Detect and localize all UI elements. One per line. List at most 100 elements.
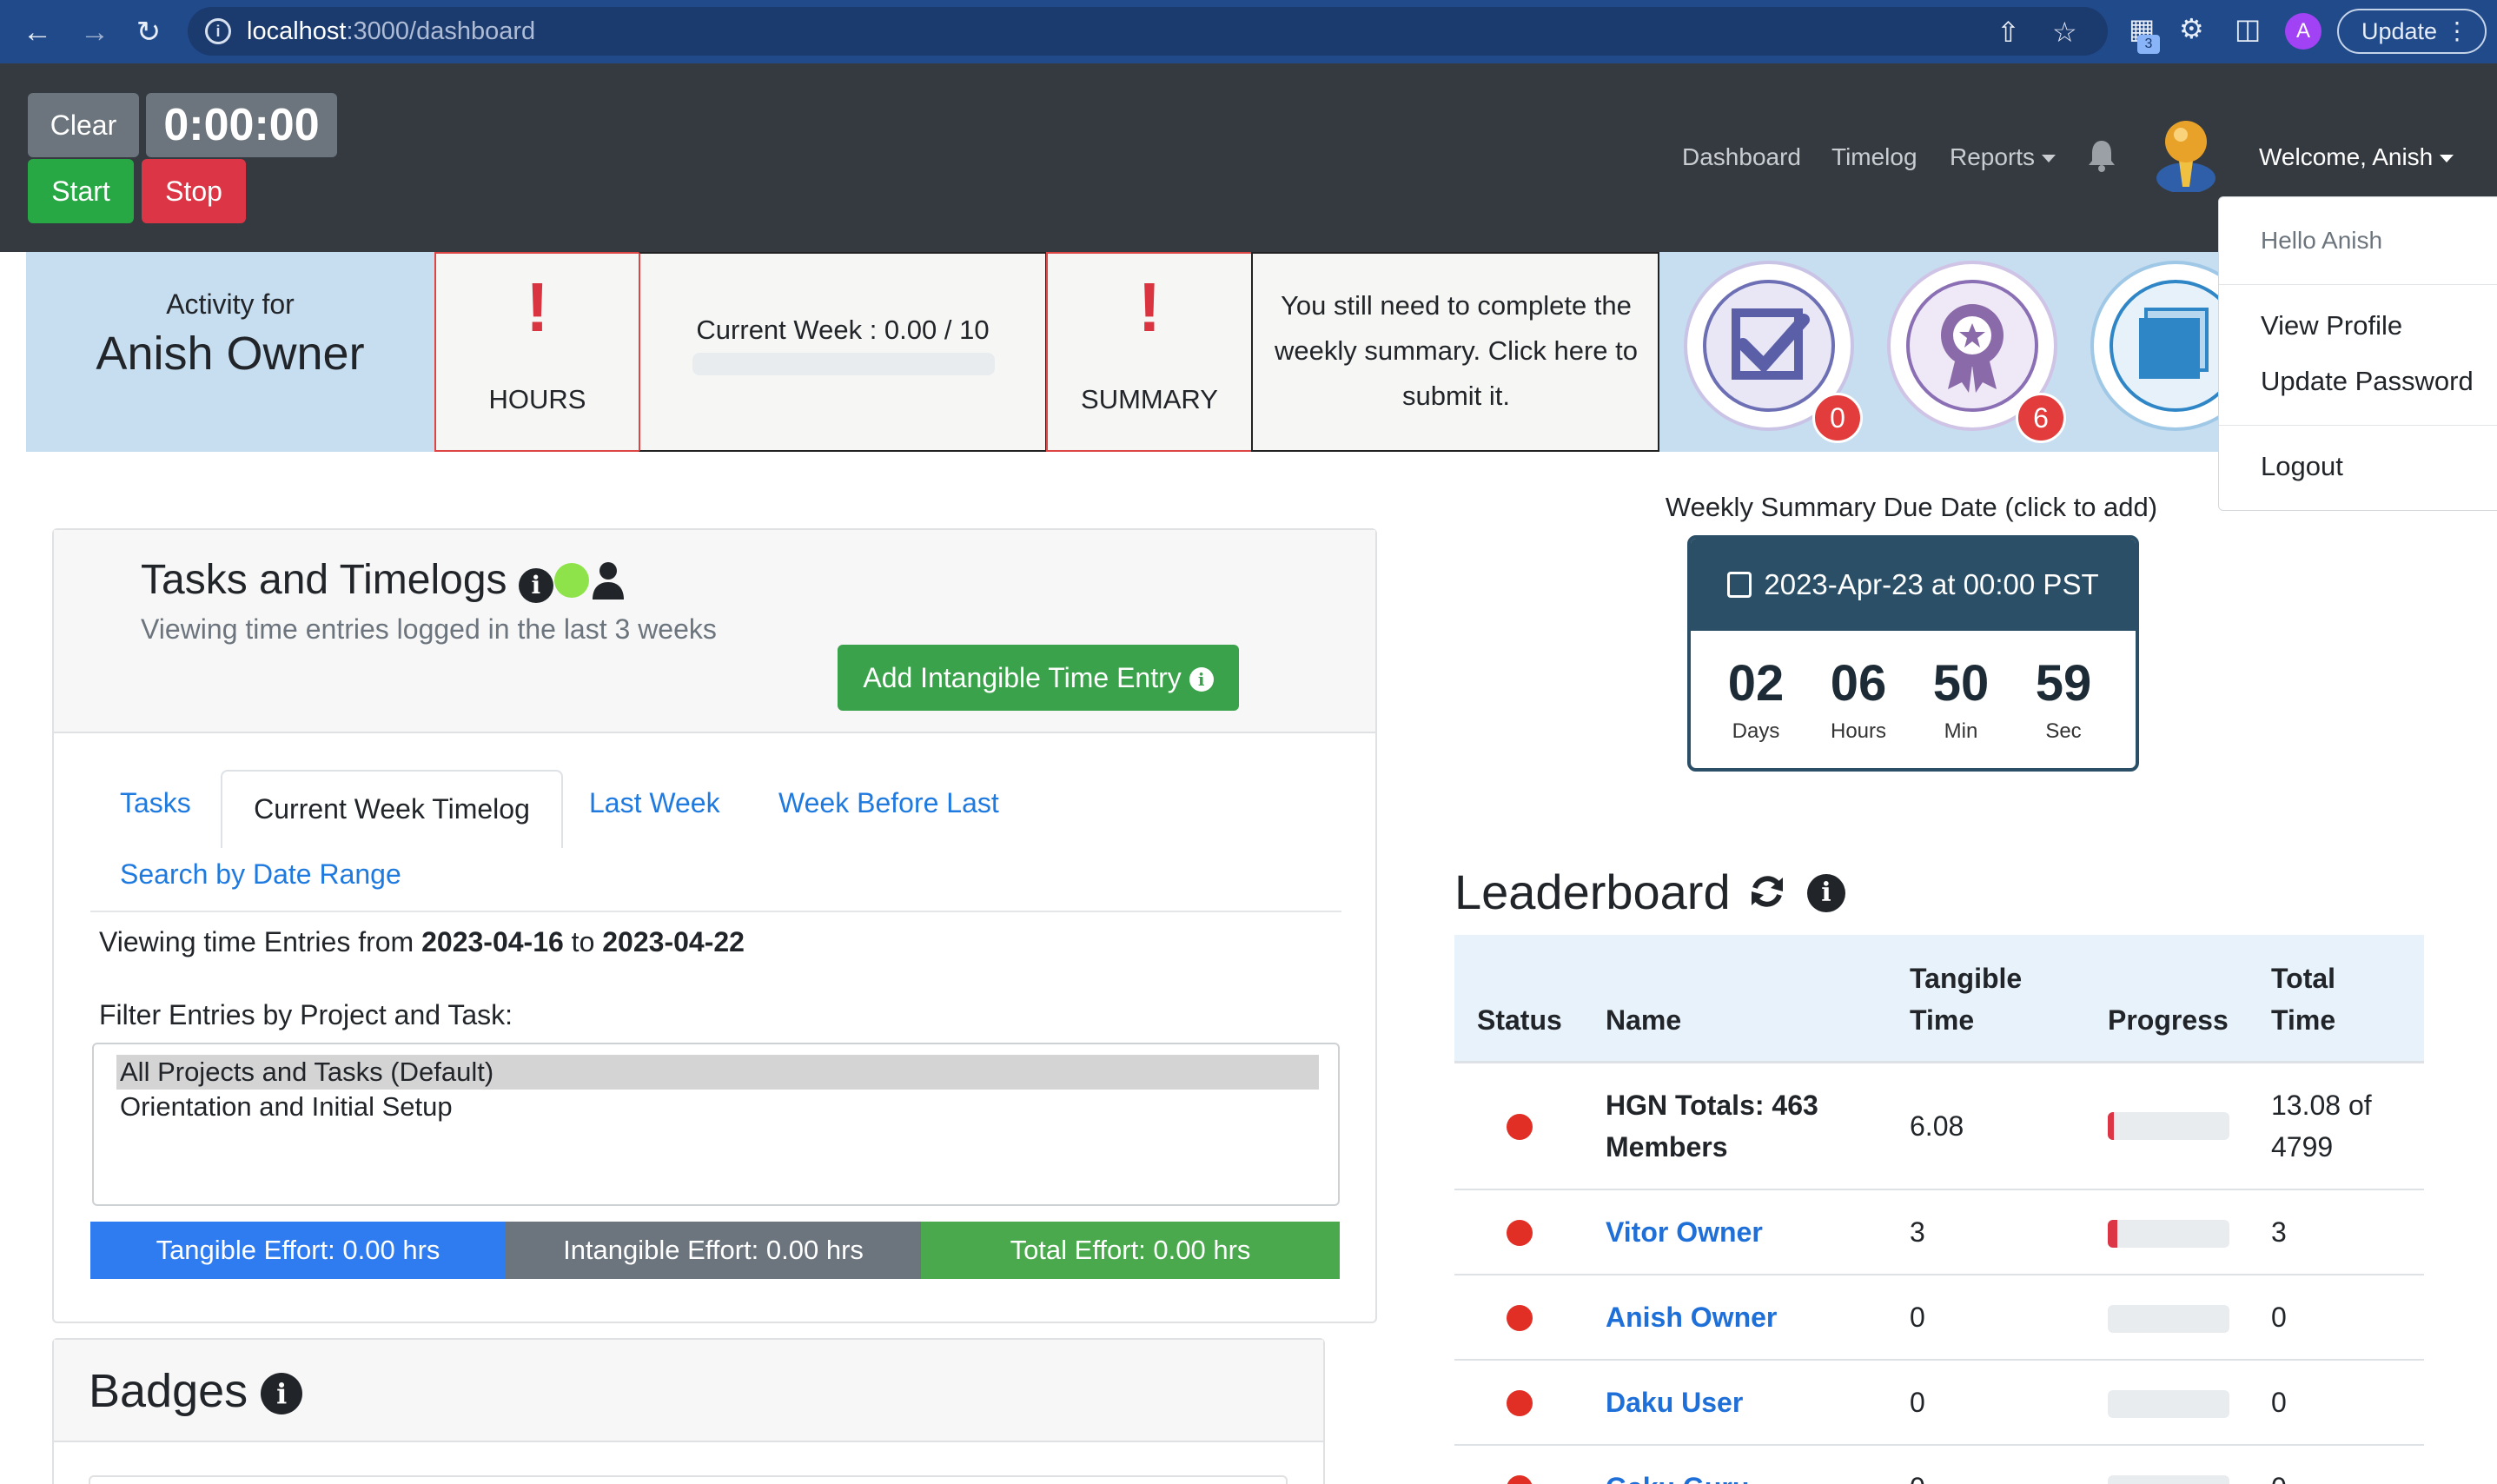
tab-last-week[interactable]: Last Week: [589, 787, 720, 819]
progress-bar: [2108, 1305, 2229, 1333]
summary-due-card[interactable]: 2023-Apr-23 at 00:00 PST 02 Days 06 Hours …: [1687, 535, 2139, 772]
intangible-effort-bar: Intangible Effort: 0.00 hrs: [506, 1222, 921, 1279]
tab-search-date-range[interactable]: Search by Date Range: [120, 858, 401, 891]
address-bar[interactable]: i localhost:3000/dashboard ⇧ ☆: [188, 7, 2108, 56]
row-total: 3: [2271, 1216, 2287, 1248]
view-profile-item[interactable]: View Profile: [2261, 310, 2402, 341]
chevron-down-icon: [2440, 155, 2454, 163]
summary-reminder-card[interactable]: You still need to complete the weekly su…: [1251, 252, 1659, 452]
activity-user-name: Anish Owner: [96, 328, 365, 380]
dropdown-header: Hello Anish: [2261, 227, 2383, 254]
more-icon: ⋮: [2445, 17, 2469, 44]
timer-display: 0:00:00: [146, 93, 337, 157]
row-tangible: 0: [1910, 1302, 1925, 1333]
calendar-icon: [1727, 572, 1752, 598]
update-button[interactable]: Update ⋮: [2337, 9, 2487, 54]
divider: [2219, 425, 2497, 426]
clear-button[interactable]: Clear: [28, 93, 139, 157]
badges-panel-header: Badges i: [54, 1340, 1323, 1442]
leaderboard-row[interactable]: Gaku Guru 0 0: [1454, 1446, 2424, 1484]
leaderboard-title: Leaderboard: [1454, 865, 1731, 919]
update-password-item[interactable]: Update Password: [2261, 366, 2474, 397]
divider: [2219, 284, 2497, 285]
row-total: 0: [2271, 1302, 2287, 1333]
url-text[interactable]: localhost:3000/dashboard: [247, 17, 535, 46]
extension-badge: 3: [2137, 35, 2160, 54]
row-tangible: 0: [1910, 1467, 1925, 1484]
summary-due-label[interactable]: Weekly Summary Due Date (click to add): [1564, 492, 2259, 523]
leaderboard-row[interactable]: Anish Owner 0 0: [1454, 1275, 2424, 1361]
viewing-range-text: Viewing time Entries from 2023-04-16 to …: [99, 926, 745, 957]
panel-subtitle: Viewing time entries logged in the last …: [141, 613, 717, 645]
row-name-link[interactable]: Vitor Owner: [1606, 1211, 1763, 1253]
col-total-time: Total Time: [2271, 963, 2336, 1036]
select-option[interactable]: Orientation and Initial Setup: [116, 1090, 1319, 1124]
current-week-text: Current Week : 0.00 / 10: [696, 315, 990, 345]
status-indicator: [1507, 1114, 1533, 1140]
countdown-days: 02 Days: [1727, 655, 1785, 744]
col-progress: Progress: [2108, 1004, 2229, 1036]
start-button[interactable]: Start: [28, 159, 134, 223]
bell-icon[interactable]: [2087, 138, 2116, 173]
back-icon[interactable]: ←: [19, 14, 56, 50]
current-week-card[interactable]: Current Week : 0.00 / 10: [639, 252, 1047, 452]
hours-card[interactable]: ! HOURS: [434, 252, 640, 452]
row-name-link[interactable]: Gaku Guru: [1606, 1467, 1749, 1484]
profile-avatar[interactable]: A: [2285, 13, 2321, 50]
activity-label: Activity for: [166, 288, 295, 320]
status-indicator: [1507, 1390, 1533, 1416]
nav-timelog[interactable]: Timelog: [1831, 143, 1917, 171]
leaderboard-row[interactable]: Vitor Owner 3 3: [1454, 1190, 2424, 1275]
app-header: Clear 0:00:00 Start Stop Dashboard Timel…: [0, 63, 2497, 252]
current-week-progress: [692, 353, 995, 375]
row-total: 0: [2271, 1467, 2287, 1484]
info-icon[interactable]: i: [261, 1373, 303, 1414]
tab-week-before-last[interactable]: Week Before Last: [778, 787, 999, 819]
browser-toolbar: ← → ↻ i localhost:3000/dashboard ⇧ ☆ ▦ 3…: [0, 0, 2497, 63]
select-option[interactable]: All Projects and Tasks (Default): [116, 1055, 1319, 1090]
row-tangible: 6.08: [1910, 1110, 1964, 1142]
logout-item[interactable]: Logout: [2261, 451, 2343, 482]
stop-button[interactable]: Stop: [142, 159, 246, 223]
site-info-icon[interactable]: i: [205, 18, 231, 44]
forward-icon[interactable]: →: [76, 14, 113, 50]
row-tangible: 0: [1910, 1387, 1925, 1418]
tab-tasks[interactable]: Tasks: [120, 787, 191, 819]
row-total: 13.08 of 4799: [2271, 1090, 2372, 1163]
bookmark-star-icon[interactable]: ☆: [2052, 16, 2077, 49]
nav-reports[interactable]: Reports: [1950, 143, 2057, 171]
summary-card[interactable]: ! SUMMARY: [1046, 252, 1253, 452]
row-name-link[interactable]: Anish Owner: [1606, 1296, 1777, 1338]
info-icon[interactable]: i: [518, 568, 553, 603]
add-intangible-time-button[interactable]: Add Intangible Time Entry i: [838, 645, 1239, 711]
status-indicator: [1507, 1475, 1533, 1484]
share-icon[interactable]: ⇧: [1997, 16, 2020, 49]
row-name: HGN Totals: 463 Members: [1606, 1090, 1818, 1163]
hours-label: HOURS: [488, 384, 586, 414]
side-panel-icon[interactable]: ◫: [2235, 12, 2261, 45]
user-avatar[interactable]: [2153, 117, 2219, 192]
project-task-select[interactable]: All Projects and Tasks (Default) Orienta…: [92, 1043, 1340, 1206]
leaderboard-row[interactable]: HGN Totals: 463 Members 6.08 13.08 of 4799: [1454, 1063, 2424, 1190]
badges-title: Badges i: [89, 1364, 303, 1418]
col-name: Name: [1606, 1004, 1682, 1036]
badges-content: [89, 1475, 1288, 1484]
badges-panel: Badges i: [52, 1338, 1325, 1484]
summary-label: SUMMARY: [1081, 384, 1218, 414]
person-icon[interactable]: [591, 561, 626, 600]
panel-header: Tasks and Timelogs i Viewing time entrie…: [54, 530, 1375, 733]
timelog-content: Viewing time Entries from 2023-04-16 to …: [90, 911, 1341, 1284]
leaderboard-row[interactable]: Daku User 0 0: [1454, 1361, 2424, 1446]
nav-dashboard[interactable]: Dashboard: [1682, 143, 1801, 171]
leaderboard-info[interactable]: i: [1807, 874, 1845, 912]
reload-icon[interactable]: ↻: [130, 14, 167, 50]
panel-title: Tasks and Timelogs i: [141, 556, 553, 604]
puzzle-icon[interactable]: ⚙: [2179, 12, 2204, 45]
tab-current-week[interactable]: Current Week Timelog: [221, 770, 563, 848]
total-effort-bar: Total Effort: 0.00 hrs: [921, 1222, 1340, 1279]
refresh-icon[interactable]: [1748, 872, 1786, 911]
welcome-menu[interactable]: Welcome, Anish: [2259, 143, 2454, 171]
leaderboard-header: Status Name Tangible Time Progress Total T…: [1454, 935, 2424, 1063]
info-icon[interactable]: i: [1807, 874, 1845, 912]
row-name-link[interactable]: Daku User: [1606, 1381, 1743, 1423]
